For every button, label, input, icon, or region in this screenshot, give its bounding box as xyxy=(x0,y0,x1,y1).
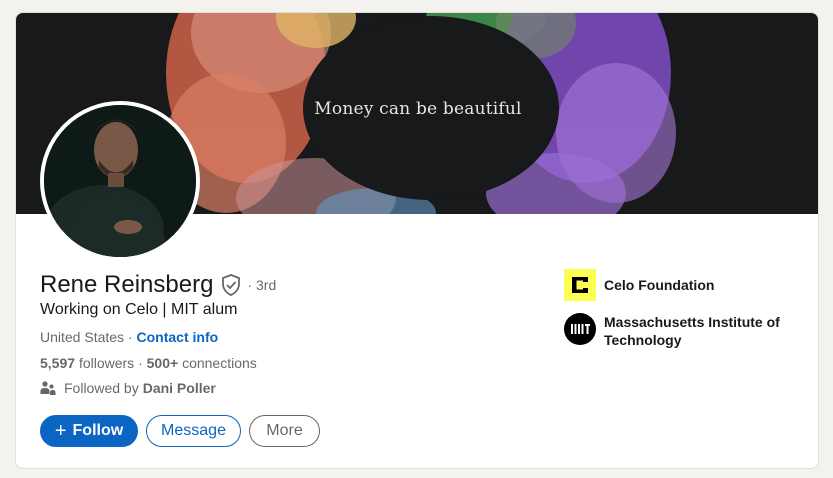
profile-card: Money can be beautiful Rene Reinsberg · … xyxy=(15,12,819,469)
message-button[interactable]: Message xyxy=(146,415,241,447)
followed-by-prefix: Followed by xyxy=(64,380,139,396)
connections-label: connections xyxy=(182,355,257,371)
plus-icon: + xyxy=(54,420,67,442)
follow-button-label: Follow xyxy=(72,422,124,439)
org-name-celo: Celo Foundation xyxy=(604,277,715,293)
followers-count[interactable]: 5,597 xyxy=(40,355,75,371)
org-name-mit: Massachusetts Institute of Technology xyxy=(604,314,780,348)
people-icon xyxy=(40,381,56,395)
more-button-label: More xyxy=(266,422,303,439)
followers-label: followers xyxy=(78,355,135,371)
celo-logo-icon xyxy=(564,269,596,301)
profile-actions: + Follow Message More xyxy=(40,415,320,447)
connection-degree: · 3rd xyxy=(247,277,277,293)
organizations-list: Celo Foundation Massachusetts Institute … xyxy=(564,269,794,361)
org-item-celo[interactable]: Celo Foundation xyxy=(564,269,794,301)
person-photo xyxy=(44,105,196,257)
followed-by-name[interactable]: Dani Poller xyxy=(143,380,216,396)
message-button-label: Message xyxy=(161,422,226,439)
followed-by-row[interactable]: Followed by Dani Poller xyxy=(40,380,216,396)
profile-name: Rene Reinsberg xyxy=(40,271,214,298)
follow-button[interactable]: + Follow xyxy=(40,415,138,447)
location-row: United States · Contact info xyxy=(40,329,218,345)
contact-info-link[interactable]: Contact info xyxy=(137,329,219,345)
connections-count: 500+ xyxy=(146,355,179,371)
connections-separator: · xyxy=(134,355,147,371)
org-item-mit[interactable]: Massachusetts Institute of Technology xyxy=(564,313,794,349)
mit-logo-icon xyxy=(564,313,596,345)
name-row: Rene Reinsberg · 3rd xyxy=(40,271,276,299)
network-stats: 5,597 followers · 500+ connections xyxy=(40,355,257,371)
profile-avatar[interactable] xyxy=(40,101,200,261)
location-text: United States xyxy=(40,329,125,345)
location-separator: · xyxy=(124,329,137,345)
profile-headline: Working on Celo | MIT alum xyxy=(40,301,238,318)
more-button[interactable]: More xyxy=(249,415,320,447)
verified-shield-icon[interactable] xyxy=(221,274,241,296)
